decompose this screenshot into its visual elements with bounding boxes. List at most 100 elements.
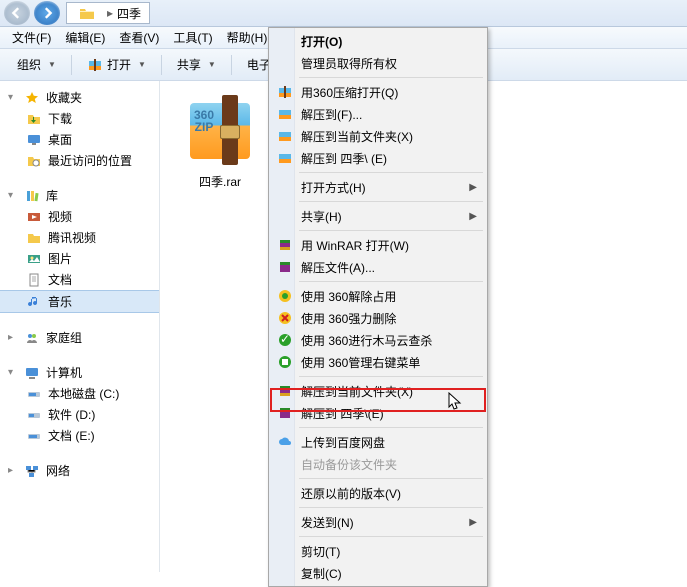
- organize-button[interactable]: 组织▼: [8, 52, 65, 77]
- cm-cut[interactable]: 剪切(T): [271, 540, 485, 562]
- titlebar: ▸ 四季: [0, 0, 687, 27]
- cm-open[interactable]: 打开(O): [271, 30, 485, 52]
- winrar-icon: [277, 383, 293, 399]
- 360-icon: [277, 310, 293, 326]
- sidebar-item-drive-e[interactable]: 文档 (E:): [0, 425, 159, 446]
- drive-icon: [26, 407, 42, 423]
- sidebar-item-videos[interactable]: 视频: [0, 206, 159, 227]
- downloads-icon: [26, 111, 42, 127]
- cm-360-manage-menu[interactable]: 使用 360管理右键菜单: [271, 351, 485, 373]
- sidebar-homegroup: ▸ 家庭组: [0, 327, 159, 348]
- sidebar-computer-header[interactable]: ▾ 计算机: [0, 362, 159, 383]
- winrar-icon: [277, 237, 293, 253]
- cm-open-with[interactable]: 打开方式(H)▶: [271, 176, 485, 198]
- file-item[interactable]: 360ZIP 四季.rar: [174, 95, 266, 190]
- drive-icon: [26, 386, 42, 402]
- winrar-icon: [277, 259, 293, 275]
- sidebar-item-downloads[interactable]: 下载: [0, 108, 159, 129]
- documents-icon: [26, 272, 42, 288]
- sidebar-item-documents[interactable]: 文档: [0, 269, 159, 290]
- cloud-icon: [277, 434, 293, 450]
- submenu-arrow-icon: ▶: [469, 211, 477, 222]
- dropdown-icon: ▼: [48, 60, 56, 69]
- 360zip-icon: [277, 106, 293, 122]
- file-name: 四季.rar: [174, 173, 266, 190]
- winrar-icon: [277, 405, 293, 421]
- cm-auto-backup: 自动备份该文件夹: [271, 453, 485, 475]
- cm-extract-here-rar[interactable]: 解压到当前文件夹(X): [271, 380, 485, 402]
- svg-text:✓: ✓: [280, 333, 290, 346]
- cm-share[interactable]: 共享(H)▶: [271, 205, 485, 227]
- breadcrumb[interactable]: ▸ 四季: [66, 2, 150, 24]
- sidebar-homegroup-header[interactable]: ▸ 家庭组: [0, 327, 159, 348]
- cm-360-unlock[interactable]: 使用 360解除占用: [271, 285, 485, 307]
- cm-send-to[interactable]: 发送到(N)▶: [271, 511, 485, 533]
- cm-extract-to-folder-rar[interactable]: 解压到 四季\(E): [271, 402, 485, 424]
- folder-icon: [26, 230, 42, 246]
- submenu-arrow-icon: ▶: [469, 517, 477, 528]
- expand-icon: ▸: [8, 465, 18, 476]
- recent-icon: [26, 153, 42, 169]
- cm-360-trojan-scan[interactable]: ✓使用 360进行木马云查杀: [271, 329, 485, 351]
- cm-upload-baidu[interactable]: 上传到百度网盘: [271, 431, 485, 453]
- cm-open-360zip[interactable]: 用360压缩打开(Q): [271, 81, 485, 103]
- breadcrumb-current[interactable]: 四季: [117, 5, 141, 22]
- sidebar-favorites: ▾ 收藏夹 下载 桌面 最近访问的位置: [0, 87, 159, 171]
- menu-help[interactable]: 帮助(H): [221, 27, 274, 48]
- sidebar-item-tencent-video[interactable]: 腾讯视频: [0, 227, 159, 248]
- 360-icon: [277, 288, 293, 304]
- music-icon: [26, 294, 42, 310]
- dropdown-icon: ▼: [208, 60, 216, 69]
- sidebar-item-pictures[interactable]: 图片: [0, 248, 159, 269]
- sidebar-favorites-header[interactable]: ▾ 收藏夹: [0, 87, 159, 108]
- sidebar-libraries: ▾ 库 视频 腾讯视频 图片 文档 音乐: [0, 185, 159, 313]
- video-icon: [26, 209, 42, 225]
- libraries-icon: [24, 188, 40, 204]
- cm-extract-to-folder-360[interactable]: 解压到 四季\ (E): [271, 147, 485, 169]
- 360-icon: ✓: [277, 332, 293, 348]
- expand-icon: ▸: [8, 332, 18, 343]
- context-menu: 打开(O) 管理员取得所有权 用360压缩打开(Q) 解压到(F)... 解压到…: [268, 27, 488, 587]
- cm-copy[interactable]: 复制(C): [271, 562, 485, 584]
- archive-icon: [87, 57, 103, 73]
- menu-tools[interactable]: 工具(T): [167, 27, 218, 48]
- nav-back-button[interactable]: [4, 1, 30, 25]
- sidebar-item-music[interactable]: 音乐: [0, 290, 159, 313]
- 360zip-icon: [277, 84, 293, 100]
- share-button[interactable]: 共享▼: [168, 52, 225, 77]
- sidebar-network-header[interactable]: ▸ 网络: [0, 460, 159, 481]
- sidebar-item-desktop[interactable]: 桌面: [0, 129, 159, 150]
- menu-file[interactable]: 文件(F): [6, 27, 57, 48]
- computer-icon: [24, 365, 40, 381]
- collapse-icon: ▾: [8, 367, 18, 378]
- 360zip-icon: [277, 128, 293, 144]
- cm-360-force-delete[interactable]: 使用 360强力删除: [271, 307, 485, 329]
- sidebar-item-drive-d[interactable]: 软件 (D:): [0, 404, 159, 425]
- cm-extract-to[interactable]: 解压到(F)...: [271, 103, 485, 125]
- cm-restore[interactable]: 还原以前的版本(V): [271, 482, 485, 504]
- cm-extract-files[interactable]: 解压文件(A)...: [271, 256, 485, 278]
- sidebar: ▾ 收藏夹 下载 桌面 最近访问的位置 ▾ 库 视频 腾讯视频 图片 文档 音乐…: [0, 81, 160, 572]
- menu-view[interactable]: 查看(V): [113, 27, 165, 48]
- sidebar-libraries-header[interactable]: ▾ 库: [0, 185, 159, 206]
- 360-icon: [277, 354, 293, 370]
- star-icon: [24, 90, 40, 106]
- cm-run-as-admin[interactable]: 管理员取得所有权: [271, 52, 485, 74]
- menu-edit[interactable]: 编辑(E): [59, 27, 111, 48]
- chevron-right-icon: ▸: [107, 6, 113, 20]
- cm-extract-here-360[interactable]: 解压到当前文件夹(X): [271, 125, 485, 147]
- rar-archive-icon: 360ZIP: [184, 95, 256, 167]
- open-button[interactable]: 打开▼: [78, 52, 155, 77]
- cm-open-winrar[interactable]: 用 WinRAR 打开(W): [271, 234, 485, 256]
- desktop-icon: [26, 132, 42, 148]
- sidebar-computer: ▾ 计算机 本地磁盘 (C:) 软件 (D:) 文档 (E:): [0, 362, 159, 446]
- nav-forward-button[interactable]: [34, 1, 60, 25]
- pictures-icon: [26, 251, 42, 267]
- collapse-icon: ▾: [8, 92, 18, 103]
- sidebar-network: ▸ 网络: [0, 460, 159, 481]
- sidebar-item-recent[interactable]: 最近访问的位置: [0, 150, 159, 171]
- sidebar-item-drive-c[interactable]: 本地磁盘 (C:): [0, 383, 159, 404]
- 360zip-icon: [277, 150, 293, 166]
- collapse-icon: ▾: [8, 190, 18, 201]
- folder-icon: [79, 4, 97, 22]
